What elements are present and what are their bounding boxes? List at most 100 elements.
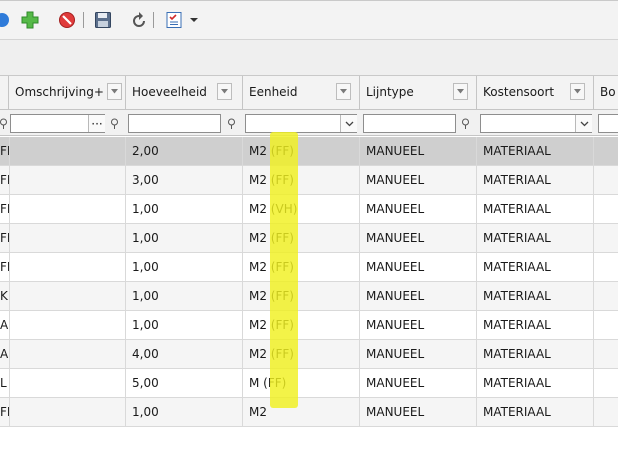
- column-header-label: Hoeveelheid: [132, 85, 207, 99]
- cell-kostensoort: MATERIAAL: [477, 369, 594, 397]
- filter-input-bo[interactable]: [598, 114, 618, 133]
- column-filter-dropdown-icon[interactable]: [217, 83, 232, 100]
- column-header-lijntype[interactable]: Lijntype: [360, 76, 477, 110]
- cell-eenheid: M2 (FF): [243, 224, 360, 252]
- cell-hoeveelheid: 4,00: [126, 340, 243, 368]
- filter-icon[interactable]: [0, 116, 10, 132]
- cell-hoeveelheid: 1,00: [126, 253, 243, 281]
- column-filter-dropdown-icon[interactable]: [570, 83, 585, 100]
- column-header-hoeveelheid[interactable]: Hoeveelheid: [126, 76, 243, 110]
- filter-select-kostensoort[interactable]: [480, 114, 592, 133]
- cell-omschrijving: [10, 224, 126, 252]
- toolbar-separator: [83, 12, 84, 28]
- filter-input-lijntype[interactable]: [363, 114, 456, 133]
- cell-bo: [594, 253, 618, 281]
- cell-lijntype: MANUEEL: [360, 311, 477, 339]
- cell-eenheid: M2 (FF): [243, 311, 360, 339]
- add-icon[interactable]: [20, 10, 40, 30]
- cell-eenheid: M2: [243, 398, 360, 426]
- filter-input-omschrijving[interactable]: ···: [10, 114, 105, 133]
- cell-bo: [594, 340, 618, 368]
- cell-omschrijving: [10, 369, 126, 397]
- filter-select-eenheid[interactable]: [245, 114, 357, 133]
- cell-code: L: [0, 369, 10, 397]
- cell-hoeveelheid: 5,00: [126, 369, 243, 397]
- dropdown-arrow-icon[interactable]: [188, 10, 200, 30]
- cell-bo: [594, 224, 618, 252]
- table-row[interactable]: FI 2,00 M2 (FF) MANUEEL MATERIAAL: [0, 137, 618, 166]
- cell-hoeveelheid: 3,00: [126, 166, 243, 194]
- column-header-eenheid[interactable]: Eenheid: [243, 76, 360, 110]
- cell-bo: [594, 311, 618, 339]
- cell-omschrijving: [10, 253, 126, 281]
- cell-hoeveelheid: 2,00: [126, 137, 243, 165]
- cell-hoeveelheid: 1,00: [126, 282, 243, 310]
- cell-code: FI: [0, 253, 10, 281]
- cell-code: FI: [0, 166, 10, 194]
- cell-code: FI: [0, 195, 10, 223]
- cell-hoeveelheid: 1,00: [126, 311, 243, 339]
- cell-bo: [594, 282, 618, 310]
- cell-omschrijving: [10, 398, 126, 426]
- cell-code: FI: [0, 398, 10, 426]
- cell-kostensoort: MATERIAAL: [477, 311, 594, 339]
- cell-omschrijving: [10, 311, 126, 339]
- cell-lijntype: MANUEEL: [360, 398, 477, 426]
- column-header-omschrijving[interactable]: Omschrijving+: [9, 76, 126, 110]
- table-row[interactable]: KI 1,00 M2 (FF) MANUEEL MATERIAAL: [0, 282, 618, 311]
- cell-omschrijving: [10, 340, 126, 368]
- group-panel: [0, 40, 618, 76]
- cell-kostensoort: MATERIAAL: [477, 137, 594, 165]
- table-row[interactable]: A 4,00 M2 (FF) MANUEEL MATERIAAL: [0, 340, 618, 369]
- save-icon[interactable]: [93, 10, 113, 30]
- chevron-down-icon[interactable]: [575, 115, 592, 132]
- chevron-down-icon[interactable]: [340, 115, 357, 132]
- table-row[interactable]: L 5,00 M (FF) MANUEEL MATERIAAL: [0, 369, 618, 398]
- cell-kostensoort: MATERIAAL: [477, 398, 594, 426]
- cell-bo: [594, 195, 618, 223]
- filter-icon[interactable]: [224, 116, 238, 132]
- cell-omschrijving: [10, 195, 126, 223]
- cell-bo: [594, 369, 618, 397]
- table-row[interactable]: FI 1,00 M2 (FF) MANUEEL MATERIAAL: [0, 224, 618, 253]
- cell-kostensoort: MATERIAAL: [477, 282, 594, 310]
- filter-icon[interactable]: [107, 116, 121, 132]
- cell-kostensoort: MATERIAAL: [477, 195, 594, 223]
- undo-icon[interactable]: [129, 10, 149, 30]
- column-header-label: Omschrijving+: [15, 85, 104, 99]
- cell-omschrijving: [10, 166, 126, 194]
- cell-hoeveelheid: 1,00: [126, 398, 243, 426]
- column-header-code[interactable]: [0, 76, 9, 110]
- table-row[interactable]: FI 3,00 M2 (FF) MANUEEL MATERIAAL: [0, 166, 618, 195]
- filter-input-hoeveelheid[interactable]: [128, 114, 221, 133]
- table-row[interactable]: FI 1,00 M2 (VH) MANUEEL MATERIAAL: [0, 195, 618, 224]
- cell-eenheid: M2 (FF): [243, 253, 360, 281]
- cell-eenheid: M (FF): [243, 369, 360, 397]
- cell-code: A: [0, 311, 10, 339]
- cell-code: FI: [0, 137, 10, 165]
- cell-code: FI: [0, 224, 10, 252]
- checklist-icon[interactable]: [164, 10, 184, 30]
- cell-omschrijving: [10, 282, 126, 310]
- filter-icon[interactable]: [458, 116, 472, 132]
- column-header-kostensoort[interactable]: Kostensoort: [477, 76, 594, 110]
- cell-code: A: [0, 340, 10, 368]
- column-header-bo[interactable]: Bo: [594, 76, 618, 110]
- refresh-icon[interactable]: [0, 10, 12, 30]
- column-filter-dropdown-icon[interactable]: [336, 83, 351, 100]
- cell-code: KI: [0, 282, 10, 310]
- cell-kostensoort: MATERIAAL: [477, 340, 594, 368]
- table-row[interactable]: A 1,00 M2 (FF) MANUEEL MATERIAAL: [0, 311, 618, 340]
- cell-lijntype: MANUEEL: [360, 282, 477, 310]
- table-row[interactable]: FI 1,00 M2 (FF) MANUEEL MATERIAAL: [0, 253, 618, 282]
- column-filter-dropdown-icon[interactable]: [107, 83, 122, 100]
- data-grid: Omschrijving+ Hoeveelheid Eenheid Lijnty…: [0, 76, 618, 452]
- column-filter-dropdown-icon[interactable]: [453, 83, 468, 100]
- cell-lijntype: MANUEEL: [360, 340, 477, 368]
- cancel-icon[interactable]: [57, 10, 77, 30]
- column-header-label: Eenheid: [249, 85, 298, 99]
- filter-ellipsis-button[interactable]: ···: [88, 115, 105, 132]
- table-row[interactable]: FI 1,00 M2 MANUEEL MATERIAAL: [0, 398, 618, 427]
- column-header-label: Lijntype: [366, 85, 414, 99]
- cell-eenheid: M2 (FF): [243, 340, 360, 368]
